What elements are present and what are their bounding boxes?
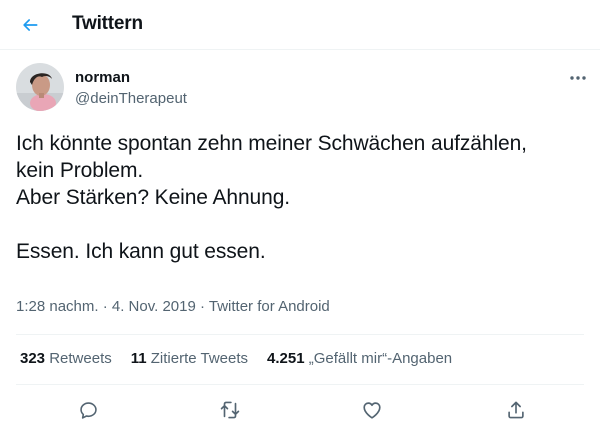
tweet-actions bbox=[0, 396, 600, 424]
top-bar: Twittern bbox=[0, 0, 600, 50]
reply-button[interactable] bbox=[74, 396, 102, 424]
reply-icon bbox=[79, 401, 97, 419]
retweet-icon bbox=[220, 401, 240, 419]
author-handle[interactable]: @deinTherapeut bbox=[75, 90, 187, 107]
retweets-count: 323 bbox=[20, 350, 46, 367]
retweets-label: Retweets bbox=[49, 350, 112, 367]
more-options-button[interactable] bbox=[564, 68, 592, 88]
more-icon bbox=[570, 76, 586, 80]
tweet-timestamp[interactable]: 1:28 nachm. · 4. Nov. 2019 · Twitter for… bbox=[16, 298, 330, 315]
heart-icon bbox=[363, 402, 381, 419]
retweet-button[interactable] bbox=[216, 396, 244, 424]
divider bbox=[16, 384, 584, 385]
quotes-stat[interactable]: 11 Zitierte Tweets bbox=[131, 350, 248, 367]
quotes-count: 11 bbox=[130, 350, 147, 367]
retweets-stat[interactable]: 323 Retweets bbox=[20, 350, 112, 367]
avatar[interactable] bbox=[16, 63, 64, 111]
like-button[interactable] bbox=[358, 396, 386, 424]
arrow-left-icon bbox=[23, 19, 38, 31]
back-button[interactable] bbox=[14, 9, 46, 41]
page-title: Twittern bbox=[72, 13, 143, 34]
quotes-label: Zitierte Tweets bbox=[150, 350, 249, 367]
share-icon bbox=[508, 401, 524, 419]
share-button[interactable] bbox=[502, 396, 530, 424]
tweet-stats: 323 Retweets 11 Zitierte Tweets 4.251 „G… bbox=[20, 350, 471, 367]
author-name[interactable]: norman bbox=[75, 69, 130, 86]
likes-label: „Gefällt mir“-Angaben bbox=[308, 350, 453, 367]
likes-count: 4.251 bbox=[267, 350, 305, 367]
likes-stat[interactable]: 4.251 „Gefällt mir“-Angaben bbox=[267, 350, 452, 367]
divider bbox=[16, 334, 584, 335]
tweet-text: Ich könnte spontan zehn meiner Schwächen… bbox=[16, 132, 527, 263]
